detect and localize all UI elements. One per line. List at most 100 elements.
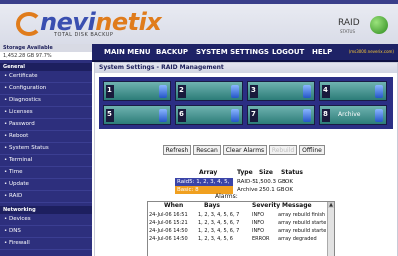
sidebar-item-label: • Firewall bbox=[4, 240, 30, 246]
sidebar-item-label: • Licenses bbox=[4, 109, 33, 115]
sidebar-item-configuration[interactable]: • Configuration bbox=[0, 83, 92, 95]
logo-swoosh-icon bbox=[16, 12, 42, 36]
status-ok-icon bbox=[370, 16, 388, 34]
sidebar-item-label: • Terminal bbox=[4, 157, 33, 163]
bay-handle-icon bbox=[159, 109, 167, 122]
sidebar-item-reboot[interactable]: • Reboot bbox=[0, 131, 92, 143]
sidebar-item-label: • Diagnostics bbox=[4, 97, 41, 103]
storage-available-value: 1,452.28 GB 97.7% bbox=[0, 52, 92, 60]
bay-number: 7 bbox=[251, 110, 256, 118]
rebuild-button[interactable]: Rebuild bbox=[269, 145, 297, 155]
alarm-severity: INFO bbox=[252, 220, 265, 226]
alarm-when: 24-Jul-06 14:50 bbox=[149, 228, 188, 234]
sidebar-item-password[interactable]: • Password bbox=[0, 119, 92, 131]
general-nav: • Certificate • Configuration • Diagnostic… bbox=[0, 71, 92, 203]
alarms-header: When Bays Severity Message bbox=[148, 202, 334, 211]
menu-system-settings[interactable]: SYSTEM SETTINGS bbox=[196, 48, 269, 56]
alarm-severity: INFO bbox=[252, 228, 265, 234]
bay-number: 1 bbox=[107, 86, 112, 94]
alarm-when: 24-Jul-06 16:51 bbox=[149, 212, 188, 218]
bay-handle-icon bbox=[375, 109, 383, 122]
menu-main-menu[interactable]: MAIN MENU bbox=[104, 48, 151, 56]
brand-tagline: TOTAL DISK BACKUP bbox=[54, 32, 114, 38]
alarm-bays: 1, 2, 3, 4, 5, 6 bbox=[198, 236, 233, 242]
bay-handle-icon bbox=[231, 85, 239, 98]
alarm-bays: 1, 2, 3, 4, 5, 6, 7 bbox=[198, 220, 240, 226]
section-general: General bbox=[0, 63, 92, 71]
sidebar-item-system-status[interactable]: • System Status bbox=[0, 143, 92, 155]
bay-6[interactable]: 6 bbox=[175, 105, 243, 125]
raid-label: RAID bbox=[338, 18, 360, 28]
col-message: Message bbox=[282, 202, 312, 209]
sidebar-item-devices[interactable]: • Devices bbox=[0, 214, 92, 226]
alarms-list[interactable]: When Bays Severity Message 24-Jul-06 16:… bbox=[147, 201, 335, 256]
sidebar-item-label: • Update bbox=[4, 181, 29, 187]
alarm-when: 24-Jul-06 15:21 bbox=[149, 220, 188, 226]
col-severity: Severity bbox=[252, 202, 281, 209]
alarm-when: 24-Jul-06 14:50 bbox=[149, 236, 188, 242]
bay-5[interactable]: 5 bbox=[103, 105, 171, 125]
sidebar-item-raid[interactable]: • RAID bbox=[0, 191, 92, 203]
sidebar-item-label: • Time bbox=[4, 169, 23, 175]
alarms-scrollbar[interactable]: ▲ bbox=[327, 202, 334, 256]
bay-handle-icon bbox=[303, 109, 311, 122]
sidebar-item-licenses[interactable]: • Licenses bbox=[0, 107, 92, 119]
bay-1[interactable]: 1 bbox=[103, 81, 171, 101]
list-item[interactable]: 24-Jul-06 15:21 1, 2, 3, 4, 5, 6, 7 INFO… bbox=[148, 219, 334, 227]
sidebar-item-update[interactable]: • Update bbox=[0, 179, 92, 191]
list-item[interactable]: 24-Jul-06 16:51 1, 2, 3, 4, 5, 6, 7 INFO… bbox=[148, 211, 334, 219]
main-content: MAIN MENU BACKUP SYSTEM SETTINGS LOGOUT … bbox=[92, 44, 398, 256]
bay-number: 2 bbox=[179, 86, 184, 94]
alarms-label: Alarms: bbox=[215, 193, 238, 200]
alarm-message: array degraded bbox=[278, 236, 317, 242]
sidebar-item-terminal[interactable]: • Terminal bbox=[0, 155, 92, 167]
list-item[interactable]: 24-Jul-06 14:50 1, 2, 3, 4, 5, 6 ERROR a… bbox=[148, 235, 334, 243]
alarm-bays: 1, 2, 3, 4, 5, 6, 7 bbox=[198, 212, 240, 218]
bay-2[interactable]: 2 bbox=[175, 81, 243, 101]
table-row[interactable]: Basic: 8 Archive 250.1 GB OK bbox=[175, 186, 305, 194]
clear-alarms-button[interactable]: Clear Alarms bbox=[223, 145, 267, 155]
menu-logout[interactable]: LOGOUT bbox=[272, 48, 304, 56]
networking-nav: • Devices • DNS • Firewall bbox=[0, 214, 92, 250]
offline-button[interactable]: Offline bbox=[299, 145, 325, 155]
array-size: 250.1 GB bbox=[259, 187, 285, 193]
bay-7[interactable]: 7 bbox=[247, 105, 315, 125]
bay-8[interactable]: 8 Archive bbox=[319, 105, 387, 125]
raid-status-indicator[interactable]: RAID STATUS bbox=[338, 12, 388, 42]
table-row[interactable]: Raid5: 1, 2, 3, 4, 5, 6, 7 RAID-5 1,500.… bbox=[175, 178, 305, 194]
bay-4[interactable]: 4 bbox=[319, 81, 387, 101]
alarm-message: array rebuild finish bbox=[278, 212, 326, 218]
sidebar: Storage Available 1,452.28 GB 97.7% Gene… bbox=[0, 44, 92, 256]
bay-number: 4 bbox=[323, 86, 328, 94]
nevinetix-logo[interactable]: nevinetix TOTAL DISK BACKUP bbox=[14, 8, 174, 42]
app-window: nevinetix TOTAL DISK BACKUP RAID STATUS … bbox=[0, 0, 398, 256]
sidebar-item-diagnostics[interactable]: • Diagnostics bbox=[0, 95, 92, 107]
refresh-button[interactable]: Refresh bbox=[163, 145, 191, 155]
sidebar-item-label: • DNS bbox=[4, 228, 21, 234]
menu-backup[interactable]: BACKUP bbox=[156, 48, 188, 56]
sidebar-item-label: • RAID bbox=[4, 193, 23, 199]
menu-help[interactable]: HELP bbox=[312, 48, 332, 56]
alarm-bays: 1, 2, 3, 4, 5, 6, 7 bbox=[198, 228, 240, 234]
bay-number: 5 bbox=[107, 110, 112, 118]
sidebar-item-firewall[interactable]: • Firewall bbox=[0, 238, 92, 250]
bay-3[interactable]: 3 bbox=[247, 81, 315, 101]
top-menu: MAIN MENU BACKUP SYSTEM SETTINGS LOGOUT … bbox=[92, 44, 398, 62]
array-type: Archive bbox=[237, 187, 258, 193]
col-when: When bbox=[164, 202, 184, 209]
header: nevinetix TOTAL DISK BACKUP RAID STATUS bbox=[0, 4, 398, 44]
scroll-up-icon[interactable]: ▲ bbox=[328, 202, 334, 208]
col-size: Size bbox=[259, 169, 273, 176]
drive-bays: 1 2 3 4 5 6 7 8 Archive bbox=[99, 77, 393, 129]
list-item[interactable]: 24-Jul-06 14:50 1, 2, 3, 4, 5, 6, 7 INFO… bbox=[148, 227, 334, 235]
sidebar-item-time[interactable]: • Time bbox=[0, 167, 92, 179]
page-title: System Settings - RAID Management bbox=[95, 63, 397, 73]
array-table-header: Array Type Size Status bbox=[175, 169, 305, 178]
array-status: OK bbox=[285, 187, 293, 193]
array-table: Array Type Size Status Raid5: 1, 2, 3, 4… bbox=[175, 169, 305, 194]
sidebar-item-certificate[interactable]: • Certificate bbox=[0, 71, 92, 83]
rescan-button[interactable]: Rescan bbox=[193, 145, 221, 155]
sidebar-item-dns[interactable]: • DNS bbox=[0, 226, 92, 238]
col-type: Type bbox=[237, 169, 253, 176]
bay-number: 8 bbox=[323, 110, 328, 118]
